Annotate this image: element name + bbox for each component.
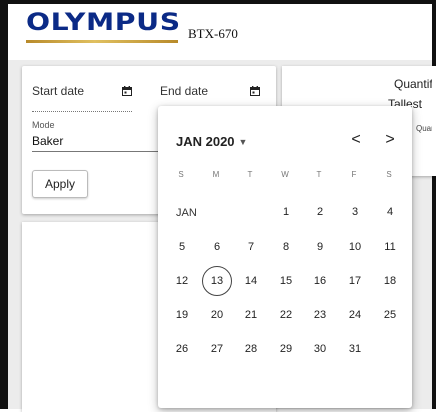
mode-select[interactable]: Baker bbox=[32, 134, 63, 148]
calendar-day[interactable]: 6 bbox=[202, 232, 232, 262]
mode-label: Mode bbox=[32, 120, 55, 130]
window-frame-right bbox=[432, 0, 436, 409]
calendar-day[interactable]: 25 bbox=[375, 300, 405, 330]
start-date-field[interactable]: Start date bbox=[32, 84, 132, 112]
calendar-day[interactable]: 24 bbox=[340, 300, 370, 330]
logo-underline bbox=[26, 40, 178, 43]
weekday-label: T bbox=[316, 170, 322, 179]
calendar-day[interactable]: 12 bbox=[167, 266, 197, 296]
month-label: JAN bbox=[176, 207, 197, 219]
app-header: OLYMPUS BTX-670 bbox=[8, 4, 432, 60]
calendar-day[interactable]: 11 bbox=[375, 232, 405, 262]
calendar-day[interactable]: 14 bbox=[236, 266, 266, 296]
calendar-icon[interactable] bbox=[122, 86, 132, 96]
calendar-day[interactable]: 1 bbox=[271, 197, 301, 227]
weekday-header-row: S M T W T F S bbox=[164, 170, 406, 184]
olympus-logo: OLYMPUS bbox=[26, 8, 181, 36]
calendar-icon[interactable] bbox=[250, 86, 260, 96]
calendar-day[interactable]: 5 bbox=[167, 232, 197, 262]
calendar-day[interactable]: 23 bbox=[305, 300, 335, 330]
dropdown-caret-icon: ▼ bbox=[238, 137, 248, 147]
calendar-day[interactable]: 4 bbox=[375, 197, 405, 227]
calendar-day[interactable]: 26 bbox=[167, 334, 197, 364]
quantification-title: Quantific bbox=[394, 77, 432, 91]
calendar-day[interactable]: 22 bbox=[271, 300, 301, 330]
calendar-day[interactable]: 10 bbox=[340, 232, 370, 262]
calendar-day[interactable]: 8 bbox=[271, 232, 301, 262]
date-picker-popup: JAN 2020 ▼ < > S M T W T F S JAN 12345678… bbox=[158, 106, 412, 408]
weekday-label: M bbox=[212, 170, 220, 179]
calendar-day[interactable]: 7 bbox=[236, 232, 266, 262]
month-year-label: JAN 2020 bbox=[176, 134, 235, 149]
next-month-button[interactable]: > bbox=[380, 130, 400, 150]
window-frame-left bbox=[0, 0, 8, 409]
calendar-day[interactable]: 21 bbox=[236, 300, 266, 330]
quantification-column-header: Quar bbox=[416, 124, 432, 133]
end-date-label: End date bbox=[160, 84, 209, 98]
calendar-day[interactable]: 19 bbox=[167, 300, 197, 330]
weekday-label: S bbox=[178, 170, 184, 179]
calendar-day[interactable]: 28 bbox=[236, 334, 266, 364]
model-name: BTX-670 bbox=[188, 26, 238, 41]
calendar-day-today[interactable]: 13 bbox=[202, 266, 232, 296]
calendar-day[interactable]: 16 bbox=[305, 266, 335, 296]
calendar-day[interactable]: 29 bbox=[271, 334, 301, 364]
month-year-selector[interactable]: JAN 2020 ▼ bbox=[176, 134, 247, 149]
weekday-label: W bbox=[281, 170, 289, 179]
weekday-label: S bbox=[386, 170, 392, 179]
calendar-day[interactable]: 18 bbox=[375, 266, 405, 296]
weekday-label: F bbox=[351, 170, 357, 179]
calendar-day[interactable]: 3 bbox=[340, 197, 370, 227]
previous-month-button[interactable]: < bbox=[346, 130, 366, 150]
calendar-day[interactable]: 15 bbox=[271, 266, 301, 296]
calendar-day[interactable]: 31 bbox=[340, 334, 370, 364]
apply-button[interactable]: Apply bbox=[32, 170, 88, 198]
calendar-day[interactable]: 9 bbox=[305, 232, 335, 262]
weekday-label: T bbox=[247, 170, 253, 179]
calendar-day[interactable]: 20 bbox=[202, 300, 232, 330]
calendar-day[interactable]: 30 bbox=[305, 334, 335, 364]
start-date-label: Start date bbox=[32, 84, 85, 98]
calendar-day[interactable]: 27 bbox=[202, 334, 232, 364]
calendar-day[interactable]: 17 bbox=[340, 266, 370, 296]
calendar-day[interactable]: 2 bbox=[305, 197, 335, 227]
mode-underline bbox=[32, 151, 167, 152]
